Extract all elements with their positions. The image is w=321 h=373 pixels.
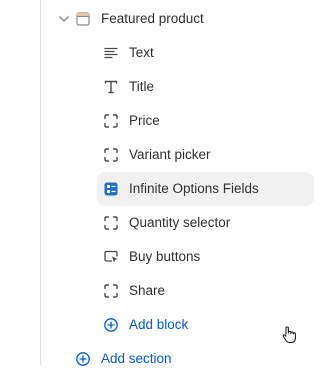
- section-title: Featured product: [101, 11, 204, 26]
- add-block-label: Add block: [129, 317, 189, 332]
- plus-circle-icon: [103, 317, 119, 333]
- hand-cursor-icon: [282, 326, 296, 344]
- block-item-price[interactable]: Price: [97, 107, 314, 135]
- block-item-quantity-selector[interactable]: Quantity selector: [97, 209, 314, 237]
- block-label: Infinite Options Fields: [129, 181, 259, 196]
- block-label: Title: [129, 79, 155, 94]
- block-item-title[interactable]: Title: [97, 73, 314, 101]
- block-label: Quantity selector: [129, 215, 231, 230]
- add-section-button[interactable]: Add section: [70, 345, 314, 366]
- block-label: Variant picker: [129, 147, 211, 162]
- dashed-frame-icon: [103, 147, 119, 163]
- section-featured-product[interactable]: Featured product: [52, 5, 314, 33]
- block-item-variant-picker[interactable]: Variant picker: [97, 141, 314, 169]
- block-label: Share: [129, 283, 166, 298]
- block-item-text[interactable]: Text: [97, 39, 314, 67]
- add-section-label: Add section: [101, 351, 172, 366]
- block-label: Buy buttons: [129, 249, 201, 264]
- button-press-icon: [103, 249, 119, 265]
- block-label: Price: [129, 113, 160, 128]
- dashed-frame-icon: [103, 283, 119, 299]
- chevron-down-icon[interactable]: [56, 11, 72, 27]
- title-t-icon: [103, 79, 119, 95]
- block-item-infinite-options-fields[interactable]: Infinite Options Fields: [97, 172, 314, 206]
- app-block-icon: [103, 181, 119, 197]
- dashed-frame-icon: [103, 113, 119, 129]
- tree-guide-line: [40, 0, 41, 365]
- block-item-buy-buttons[interactable]: Buy buttons: [97, 243, 314, 271]
- block-item-share[interactable]: Share: [97, 277, 314, 305]
- product-section-icon: [75, 11, 91, 27]
- text-align-icon: [103, 45, 119, 61]
- dashed-frame-icon: [103, 215, 119, 231]
- block-label: Text: [129, 45, 154, 60]
